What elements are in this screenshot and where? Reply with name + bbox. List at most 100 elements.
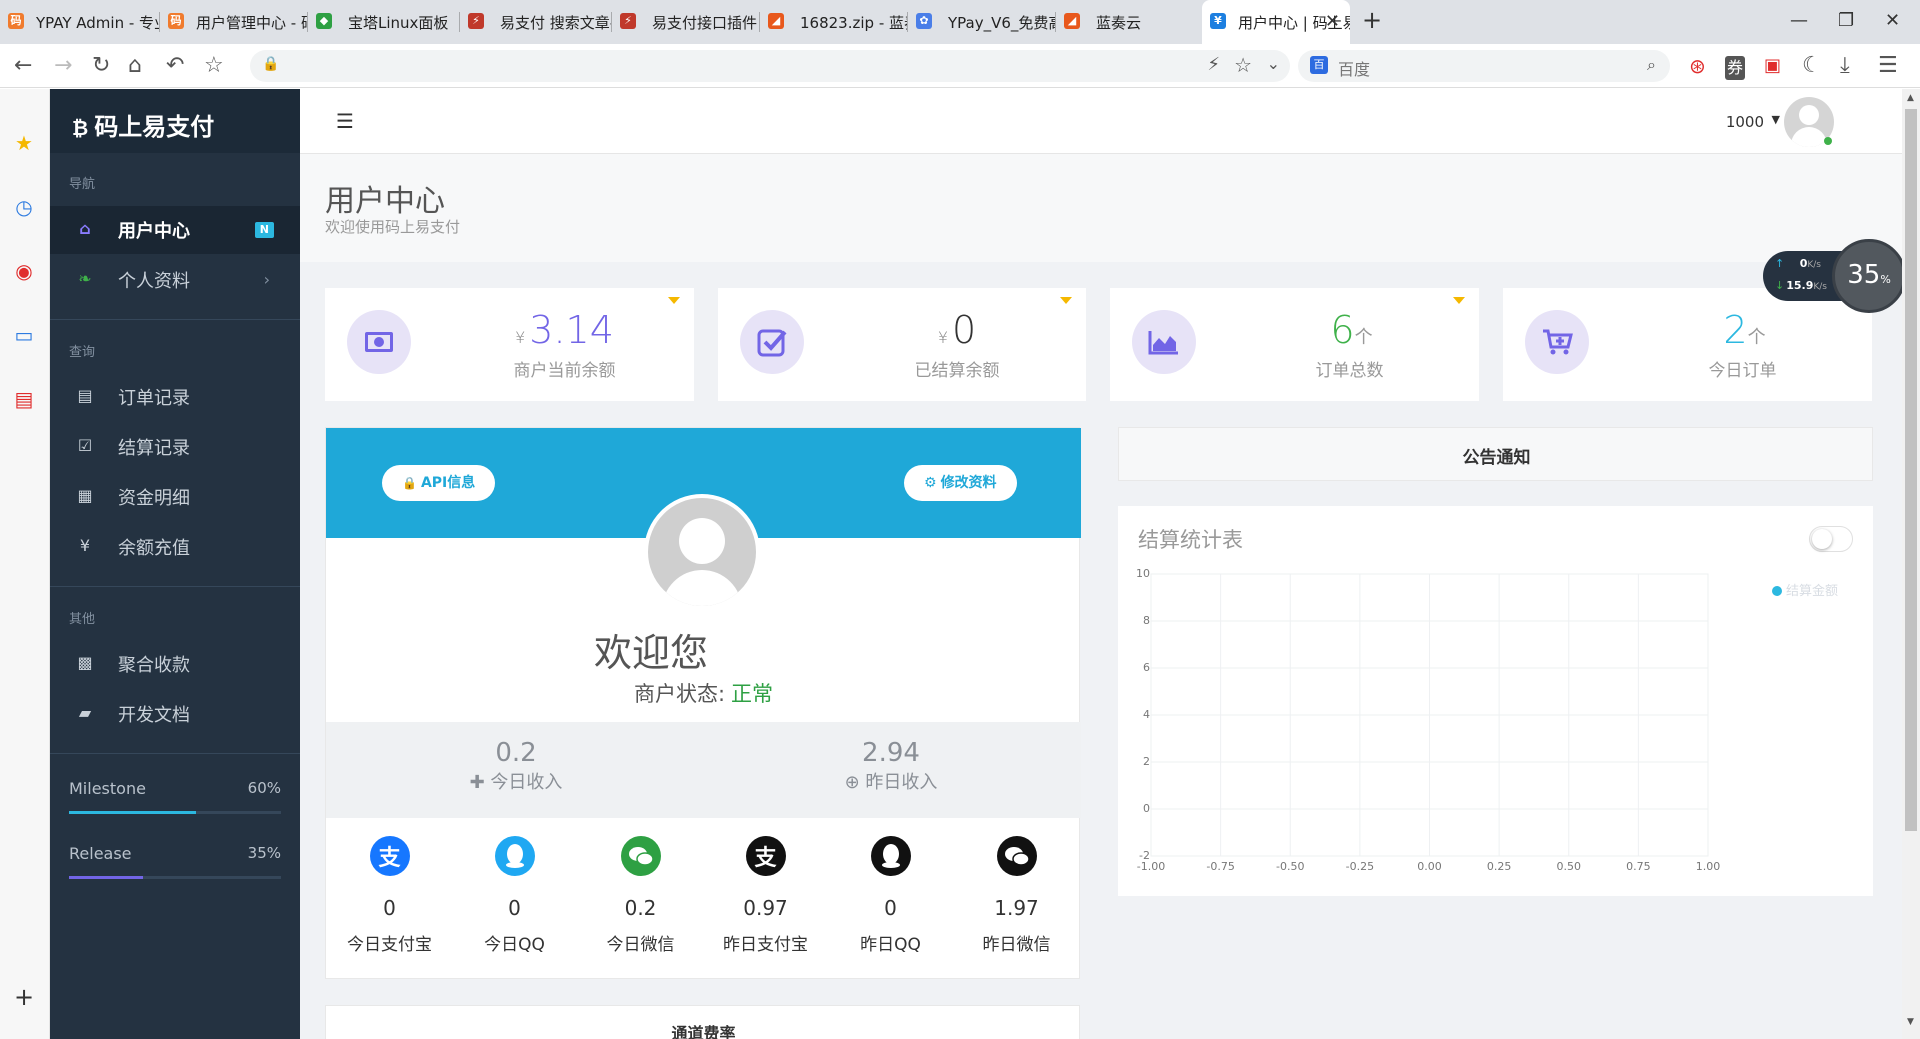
download-icon[interactable]: ⤓ <box>1840 54 1850 78</box>
stat-label: 已结算余额 <box>914 361 1000 381</box>
tab-favicon-icon: 码 <box>8 13 24 29</box>
search-icon[interactable]: ⌕ <box>1647 55 1656 75</box>
browser-tab[interactable]: ◢ 蓝奏云 <box>1056 0 1202 44</box>
caret-down-icon[interactable]: ▼ <box>1772 113 1780 126</box>
add-icon[interactable]: + <box>12 985 36 1009</box>
coupon-icon[interactable]: 券 <box>1725 56 1746 80</box>
extension-icon[interactable]: ⊛ <box>1689 54 1706 78</box>
sidebar-item-funds[interactable]: ▦ 资金明细 <box>50 473 300 521</box>
stat-card-balance: ¥3.14 商户当前余额 <box>325 288 694 401</box>
chevron-right-icon: › <box>263 270 270 289</box>
tab-favicon-icon: ¥ <box>1210 13 1226 29</box>
minimize-icon[interactable]: — <box>1790 10 1808 31</box>
new-tab-button[interactable]: + <box>1362 6 1382 34</box>
tab-favicon-icon: ◢ <box>1064 13 1080 29</box>
x-tick-label: 0.25 <box>1486 860 1512 873</box>
payment-item: 支 0 今日支付宝 <box>327 836 452 955</box>
merchant-status: 商户状态: 正常 <box>633 682 774 706</box>
income-strip: 0.2 ✚ 今日收入 2.94 ⊕ 昨日收入 <box>326 722 1081 818</box>
brand-logo[interactable]: ₿ 码上易支付 <box>50 89 300 153</box>
back-icon[interactable]: ← <box>14 54 32 78</box>
close-tab-icon[interactable]: ✕ <box>1325 11 1340 32</box>
browser-tab-active[interactable]: ¥ 用户中心 | 码上易 ✕ <box>1202 0 1350 44</box>
dropdown-triangle-icon[interactable] <box>1453 297 1465 304</box>
browser-tab[interactable]: ◆ 宝塔Linux面板 <box>308 0 460 44</box>
reload-icon[interactable]: ↻ <box>92 54 110 78</box>
card-icon[interactable]: ▭ <box>12 323 36 347</box>
browser-tab[interactable]: ✿ YPay_V6_免费高速 <box>908 0 1056 44</box>
pdf-tool-icon[interactable]: ▤ <box>12 387 36 411</box>
progress-label: Milestone <box>69 779 146 798</box>
night-mode-icon[interactable]: ☾ <box>1802 54 1822 78</box>
browser-tab[interactable]: ◢ 16823.zip - 蓝奏云 <box>760 0 908 44</box>
x-tick-label: 1.00 <box>1695 860 1721 873</box>
x-tick-label: 0.75 <box>1626 860 1651 873</box>
sidebar-item-recharge[interactable]: ¥ 余额充值 <box>50 523 300 571</box>
browser-tab[interactable]: ⚡ 易支付 搜索文章-力 <box>460 0 612 44</box>
forward-icon[interactable]: → <box>54 54 72 78</box>
chart-toggle[interactable] <box>1809 526 1853 552</box>
payment-item: 0 今日QQ <box>452 836 577 955</box>
alipay-icon: 支 <box>745 836 786 876</box>
pdf-icon[interactable]: ▣ <box>1764 54 1781 78</box>
user-name[interactable]: 1000 <box>1726 113 1764 131</box>
search-placeholder: 百度 <box>1338 60 1371 79</box>
dropdown-triangle-icon[interactable] <box>1060 297 1072 304</box>
list-icon: ▤ <box>77 386 93 405</box>
fee-rate-card: 通道费率 <box>325 1005 1080 1039</box>
sidebar-item-settlements[interactable]: ☑ 结算记录 <box>50 423 300 471</box>
sidebar-item-orders[interactable]: ▤ 订单记录 <box>50 373 300 421</box>
cpu-usage-gauge[interactable]: 35% <box>1832 239 1902 313</box>
sidebar-item-label: 资金明细 <box>118 488 190 509</box>
browser-tab[interactable]: 码 用户管理中心 - 码上 <box>160 0 308 44</box>
tab-title: 用户管理中心 - 码上 <box>196 13 308 32</box>
milestone-progress: Milestone 60% <box>69 779 281 814</box>
scroll-up-icon[interactable]: ▲ <box>1907 93 1914 103</box>
browser-tab[interactable]: ⚡ 易支付接口插件 支付 <box>612 0 760 44</box>
favorite-icon[interactable]: ☆ <box>1234 53 1252 77</box>
url-input[interactable] <box>285 53 555 79</box>
scroll-down-icon[interactable]: ▼ <box>1907 1017 1914 1027</box>
history-icon[interactable]: ◷ <box>12 195 36 219</box>
sidebar-item-docs[interactable]: ▰ 开发文档 <box>50 690 300 738</box>
sidebar-item-aggregate[interactable]: ▩ 聚合收款 <box>50 640 300 688</box>
home-icon[interactable]: ⌂ <box>128 54 142 78</box>
menu-icon[interactable]: ☰ <box>1878 54 1898 78</box>
vertical-scrollbar[interactable]: ▲ ▼ <box>1902 89 1920 1039</box>
stat-value: 6个 <box>1330 308 1373 352</box>
menu-toggle-icon[interactable]: ☰ <box>336 109 354 133</box>
close-window-icon[interactable]: ✕ <box>1885 10 1900 31</box>
progress-label: Release <box>69 844 132 863</box>
scrollbar-thumb[interactable] <box>1905 109 1917 831</box>
restore-icon[interactable]: ❐ <box>1838 10 1854 31</box>
undo-icon[interactable]: ↶ <box>166 54 184 78</box>
y-tick-label: 8 <box>1143 614 1150 627</box>
book-icon: ▰ <box>78 703 92 722</box>
weibo-icon[interactable]: ◉ <box>12 259 36 283</box>
home-icon: ⌂ <box>79 219 91 238</box>
bookmark-star-icon[interactable]: ☆ <box>204 54 224 78</box>
api-info-button[interactable]: 🔒 API信息 <box>382 465 496 501</box>
group-label: 其他 <box>69 612 96 627</box>
browser-tab[interactable]: 码 YPAY Admin - 专业 <box>0 0 160 44</box>
income-today: 0.2 ✚ 今日收入 <box>469 738 563 793</box>
brand-name: 码上易支付 <box>94 113 215 141</box>
arrow-down-icon: ↓ <box>1775 279 1785 292</box>
notice-title: 公告通知 <box>1462 448 1531 468</box>
edit-profile-button[interactable]: ⚙ 修改资料 <box>904 465 1017 501</box>
search-box[interactable]: 百 百度 ⌕ <box>1298 50 1670 82</box>
leaf-icon: ❧ <box>78 269 92 288</box>
sidebar-item-user-center[interactable]: ⌂ 用户中心 N <box>50 206 300 254</box>
y-tick-label: 2 <box>1143 755 1150 768</box>
online-dot <box>1824 137 1832 145</box>
chevron-down-icon[interactable]: ⌄ <box>1267 54 1280 73</box>
lightning-icon[interactable]: ⚡ <box>1207 54 1220 75</box>
star-icon[interactable]: ★ <box>12 131 36 155</box>
sidebar-item-profile[interactable]: ❧ 个人资料 › <box>50 256 300 304</box>
dropdown-triangle-icon[interactable] <box>668 297 680 304</box>
tab-title: 宝塔Linux面板 <box>348 13 449 32</box>
stat-card-today-orders: 2个 今日订单 <box>1503 288 1872 401</box>
plus-circle-icon: ⊕ <box>844 772 860 793</box>
payment-item: 0.2 今日微信 <box>578 836 703 955</box>
browser-side-strip: ★ ◷ ◉ ▭ ▤ + <box>0 89 50 1039</box>
